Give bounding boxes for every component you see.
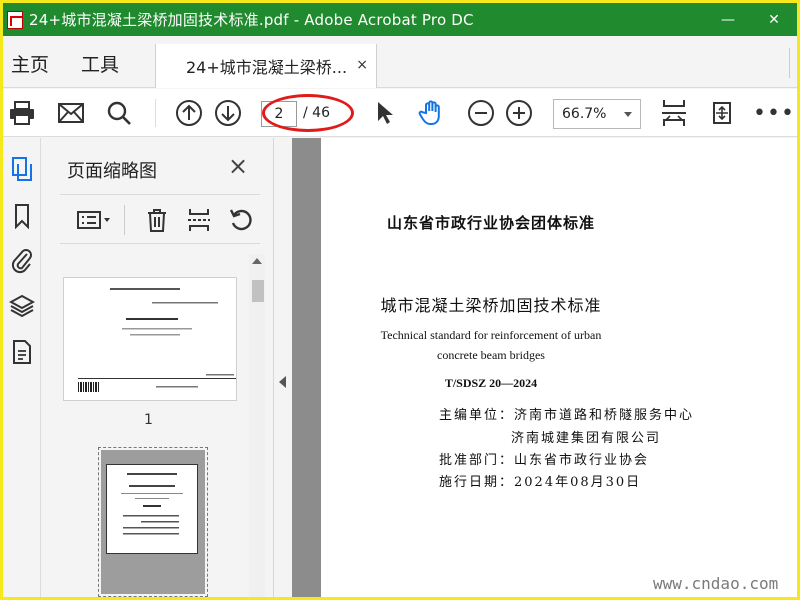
navigation-rail bbox=[3, 138, 41, 597]
chevron-down-icon bbox=[624, 112, 632, 117]
close-panel-button[interactable]: × bbox=[228, 152, 248, 180]
thumbnail-panel: 页面缩略图 × 1 bbox=[42, 138, 274, 597]
tab-document[interactable]: 24+城市混凝土梁桥... × bbox=[155, 44, 377, 88]
effective-date-line: 施行日期：2024年08月30日 bbox=[439, 475, 642, 490]
previous-page-icon[interactable] bbox=[173, 97, 205, 129]
page-thumbnails-icon[interactable] bbox=[9, 156, 35, 184]
document-title: 城市混凝土梁桥加固技术标准 bbox=[380, 296, 602, 315]
panel-splitter[interactable] bbox=[275, 138, 292, 597]
panel-toolbar-divider bbox=[124, 205, 125, 235]
document-tab-label: 24+城市混凝土梁桥... bbox=[186, 58, 348, 77]
attachment-icon[interactable] bbox=[9, 246, 35, 274]
tab-scroll-handle[interactable] bbox=[789, 48, 797, 78]
organization-title: 山东省市政行业协会团体标准 bbox=[386, 214, 595, 232]
editor-unit-line: 主编单位：济南市道路和桥隧服务中心 bbox=[439, 408, 695, 423]
page-thumbnail-2[interactable] bbox=[98, 447, 208, 597]
thumbnail-2-content bbox=[106, 464, 198, 554]
rotate-view-icon[interactable] bbox=[706, 97, 738, 129]
tab-home[interactable]: 主页 bbox=[11, 50, 49, 77]
email-icon[interactable] bbox=[55, 97, 87, 129]
search-icon[interactable] bbox=[103, 97, 135, 129]
collapse-panel-icon[interactable] bbox=[279, 376, 286, 388]
close-window-button[interactable]: ✕ bbox=[751, 3, 797, 36]
thumbnail-2-cover bbox=[101, 450, 205, 594]
approval-dept-line: 批准部门：山东省市政行业协会 bbox=[439, 453, 650, 468]
rotate-page-icon[interactable] bbox=[226, 205, 256, 235]
co-editor-line: 济南城建集团有限公司 bbox=[511, 431, 662, 446]
zoom-level-value: 66.7% bbox=[562, 106, 607, 122]
english-title-line-1: Technical standard for reinforcement of … bbox=[380, 328, 602, 342]
thumbnail-1-label: 1 bbox=[144, 412, 153, 428]
delete-page-icon[interactable] bbox=[142, 205, 172, 235]
zoom-out-icon[interactable] bbox=[465, 97, 497, 129]
layers-icon[interactable] bbox=[9, 292, 35, 320]
insert-page-icon[interactable] bbox=[184, 205, 214, 235]
title-bar: 24+城市混凝土梁桥加固技术标准.pdf - Adobe Acrobat Pro… bbox=[3, 3, 797, 36]
hand-tool-icon[interactable] bbox=[416, 97, 448, 129]
next-page-icon[interactable] bbox=[212, 97, 244, 129]
window-title: 24+城市混凝土梁桥加固技术标准.pdf - Adobe Acrobat Pro… bbox=[29, 11, 474, 29]
fit-page-icon[interactable] bbox=[658, 97, 690, 129]
bookmark-icon[interactable] bbox=[9, 202, 35, 230]
close-tab-button[interactable]: × bbox=[356, 57, 368, 73]
standard-code: T/SDSZ 20—2024 bbox=[444, 376, 538, 390]
tab-bar: 主页 工具 24+城市混凝土梁桥... × bbox=[3, 36, 797, 88]
scrollbar-thumb[interactable] bbox=[252, 280, 264, 302]
scroll-up-icon[interactable] bbox=[252, 258, 262, 264]
document-page: 山东省市政行业协会团体标准 城市混凝土梁桥加固技术标准 Technical st… bbox=[321, 138, 797, 597]
pdf-file-icon bbox=[7, 10, 23, 29]
more-tools-button[interactable]: ••• bbox=[753, 97, 794, 129]
highlight-annotation bbox=[262, 94, 354, 132]
thumbnail-scrollbar[interactable] bbox=[249, 254, 265, 597]
document-properties-icon[interactable] bbox=[9, 338, 35, 366]
page-thumbnail-1[interactable] bbox=[64, 278, 236, 400]
panel-toolbar bbox=[60, 194, 260, 244]
minimize-button[interactable]: — bbox=[705, 3, 751, 36]
acrobat-window: 24+城市混凝土梁桥加固技术标准.pdf - Adobe Acrobat Pro… bbox=[3, 3, 797, 597]
toolbar-divider bbox=[155, 99, 156, 127]
tab-tools[interactable]: 工具 bbox=[81, 50, 119, 77]
zoom-level-select[interactable]: 66.7% bbox=[553, 99, 641, 129]
english-title-line-2: concrete beam bridges bbox=[437, 348, 545, 362]
panel-title: 页面缩略图 bbox=[67, 161, 157, 182]
window-controls: — ✕ bbox=[705, 3, 797, 36]
select-cursor-icon[interactable] bbox=[369, 97, 401, 129]
print-icon[interactable] bbox=[6, 97, 38, 129]
thumbnail-options-icon[interactable] bbox=[74, 205, 114, 235]
watermark: www.cndao.com bbox=[653, 574, 779, 593]
toolbar: 2 / 46 66.7% ••• bbox=[3, 89, 797, 137]
zoom-in-icon[interactable] bbox=[503, 97, 535, 129]
